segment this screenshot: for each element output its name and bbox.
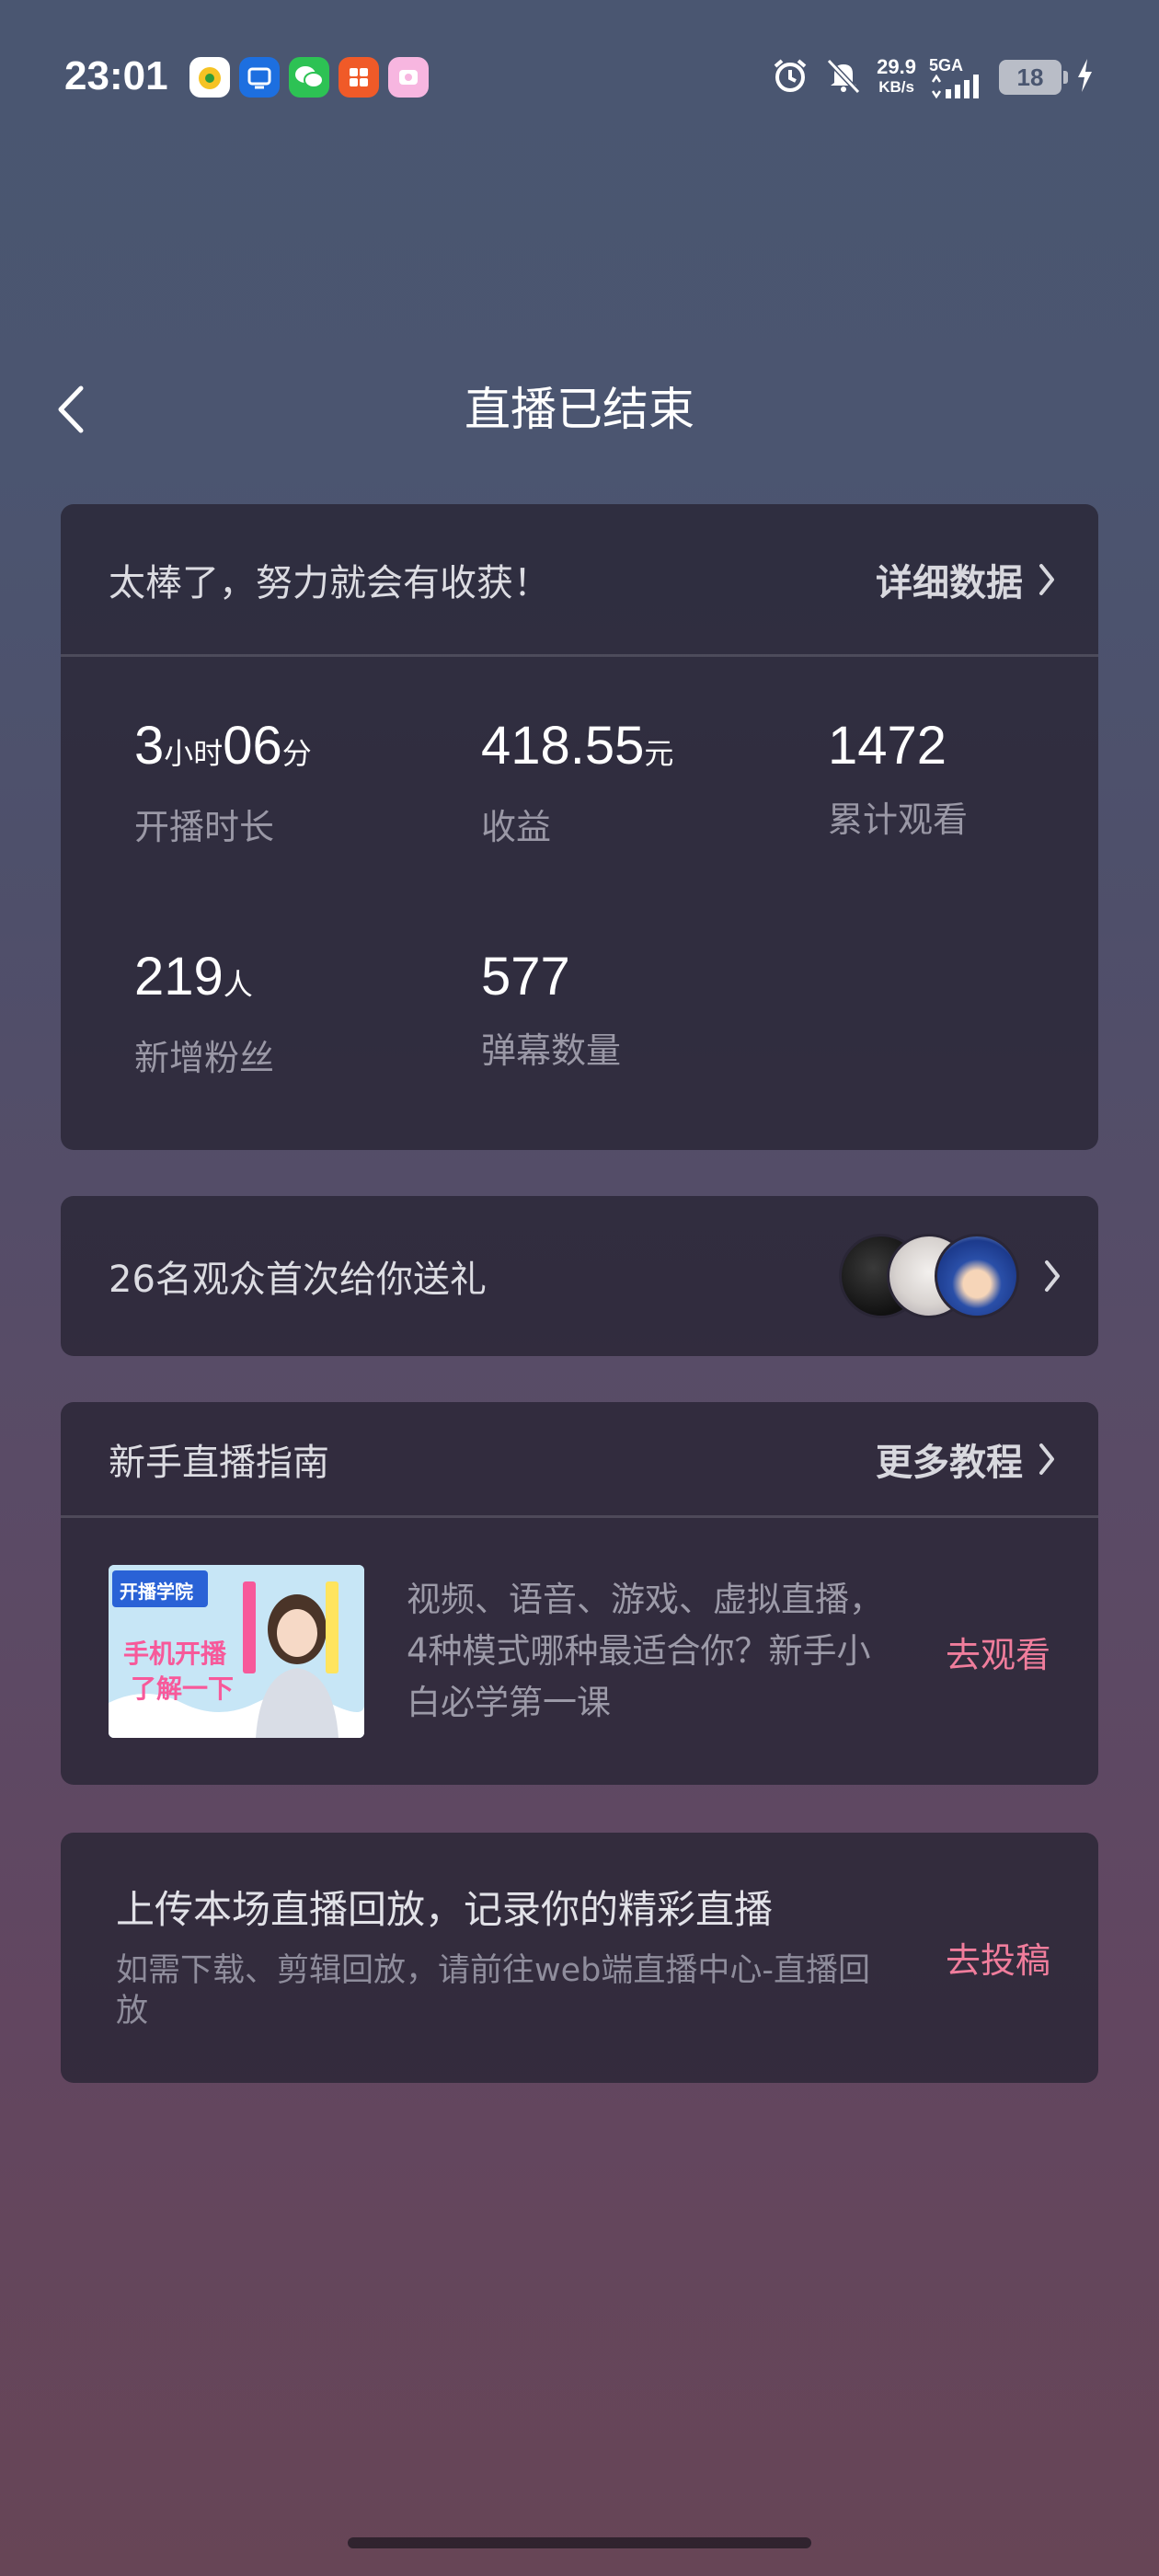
- views-value: 1472: [828, 716, 947, 776]
- thumbnail-headline-2: 了解一下: [131, 1673, 234, 1704]
- fans-unit: 人: [223, 967, 253, 1002]
- app-red-icon: [339, 57, 379, 98]
- danmaku-value: 577: [481, 947, 570, 1006]
- guide-header: 新手直播指南 更多教程: [61, 1402, 1098, 1518]
- signal-icon: 5GA: [929, 56, 986, 98]
- guide-item: 开播学院 手机开播 了解一下 视频、语音、游戏、虚拟直播，4种模式哪种最适合你？…: [61, 1518, 1098, 1785]
- duration-label: 开播时长: [134, 807, 275, 847]
- stat-danmaku: 577 弹幕数量: [481, 945, 794, 1073]
- income-value: 418.55: [481, 716, 645, 776]
- gift-avatars: [839, 1234, 1019, 1318]
- upload-subtitle: 如需下载、剪辑回放，请前往web端直播中心-直播回放: [116, 1952, 871, 2030]
- avatar: [935, 1234, 1019, 1318]
- gift-row[interactable]: 26名观众首次给你送礼: [61, 1196, 1098, 1356]
- submit-button[interactable]: 去投稿: [946, 1932, 1050, 1983]
- income-unit: 元: [644, 736, 674, 771]
- upload-card: 上传本场直播回放，记录你的精彩直播 如需下载、剪辑回放，请前往web端直播中心-…: [61, 1833, 1098, 2083]
- thumbnail-headline-1: 手机开播: [123, 1639, 227, 1669]
- fans-value: 219: [134, 947, 224, 1006]
- chevron-right-icon: [1039, 563, 1054, 595]
- status-bar: 23:01 29.9 KB/s 5GA 18: [0, 0, 1159, 156]
- detail-data-label: 详细数据: [876, 561, 1023, 604]
- watch-button[interactable]: 去观看: [946, 1627, 1050, 1677]
- more-tutorials-link[interactable]: 更多教程: [876, 1432, 1056, 1486]
- guide-title: 新手直播指南: [109, 1441, 329, 1484]
- stat-views: 1472 累计观看: [828, 714, 1141, 842]
- duration-minutes-unit: 分: [281, 736, 312, 771]
- detail-data-link[interactable]: 详细数据: [876, 553, 1056, 606]
- duration-hours: 3: [134, 716, 165, 776]
- fans-label: 新增粉丝: [134, 1038, 275, 1078]
- app-orange-icon: [189, 57, 230, 98]
- chevron-right-icon: [1045, 1260, 1060, 1292]
- charging-icon: [1074, 57, 1095, 98]
- mute-icon: [823, 55, 864, 99]
- system-icons: 29.9 KB/s 5GA 18: [770, 52, 1095, 103]
- gift-text: 26名观众首次给你送礼: [109, 1259, 487, 1301]
- summary-card: 太棒了，努力就会有收获！ 详细数据 3小时06分 开播时长 418.55元 收益…: [61, 504, 1098, 1150]
- wechat-icon: [289, 57, 329, 98]
- app-blue-icon: [239, 57, 280, 98]
- net-speed: 29.9 KB/s: [877, 55, 916, 97]
- summary-header: 太棒了，努力就会有收获！ 详细数据: [61, 504, 1098, 657]
- chevron-right-icon: [1039, 1443, 1054, 1475]
- duration-minutes: 06: [223, 716, 282, 776]
- thumbnail-brand: 开播学院: [120, 1581, 193, 1603]
- home-indicator[interactable]: [348, 2537, 811, 2548]
- notification-icons: [189, 57, 429, 99]
- views-label: 累计观看: [828, 799, 969, 840]
- stat-duration: 3小时06分 开播时长: [134, 714, 447, 849]
- more-tutorials-label: 更多教程: [876, 1441, 1023, 1484]
- summary-message: 太棒了，努力就会有收获！: [109, 561, 550, 604]
- status-time: 23:01: [64, 53, 168, 98]
- battery-icon: 18: [999, 60, 1068, 95]
- stats-grid: 3小时06分 开播时长 418.55元 收益 1472 累计观看 219人 新增…: [61, 657, 1098, 1146]
- page-title: 直播已结束: [465, 383, 694, 436]
- duration-hours-unit: 小时: [164, 736, 224, 771]
- danmaku-label: 弹幕数量: [481, 1030, 622, 1071]
- stat-fans: 219人 新增粉丝: [134, 945, 447, 1080]
- upload-title: 上传本场直播回放，记录你的精彩直播: [116, 1887, 774, 1932]
- upload-row: 上传本场直播回放，记录你的精彩直播 如需下载、剪辑回放，请前往web端直播中心-…: [61, 1833, 1098, 2081]
- guide-card: 新手直播指南 更多教程 开播学院 手机开播 了解一下 视频、语音、游戏、虚拟直播…: [61, 1402, 1098, 1785]
- gift-card[interactable]: 26名观众首次给你送礼: [61, 1196, 1098, 1356]
- income-label: 收益: [481, 807, 552, 847]
- stat-income: 418.55元 收益: [481, 714, 794, 849]
- app-pink-icon: [388, 57, 429, 98]
- guide-thumbnail[interactable]: 开播学院 手机开播 了解一下: [109, 1565, 364, 1738]
- thumbnail-illustration: 开播学院 手机开播 了解一下: [109, 1565, 364, 1738]
- guide-description: 视频、语音、游戏、虚拟直播，4种模式哪种最适合你？新手小白必学第一课: [407, 1580, 883, 1722]
- alarm-icon: [770, 55, 810, 99]
